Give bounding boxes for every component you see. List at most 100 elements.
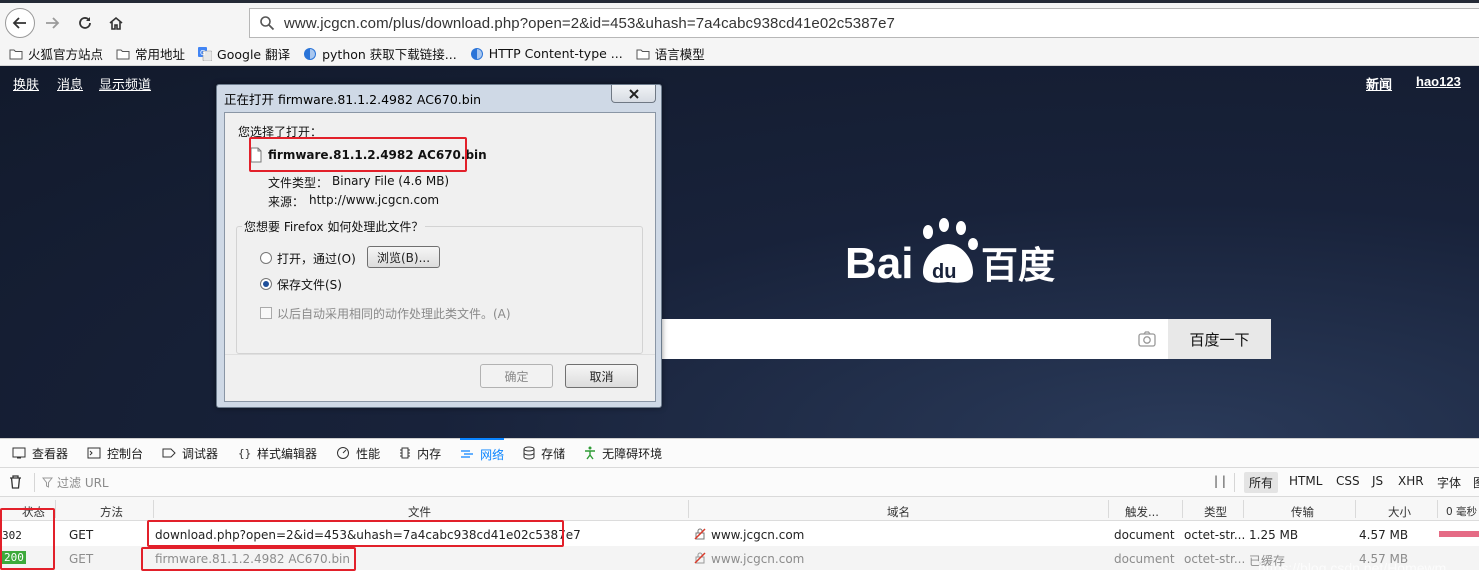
button-separator — [225, 354, 655, 355]
screenshot-root: www.jcgcn.com/plus/download.php?open=2&i… — [0, 0, 1479, 587]
folder-icon — [116, 48, 130, 60]
filter-url-input[interactable]: 过滤 URL — [42, 474, 109, 491]
col-size[interactable]: 大小 — [1388, 504, 1411, 520]
browser-navbar: www.jcgcn.com/plus/download.php?open=2&i… — [0, 0, 1479, 42]
filter-html[interactable]: HTML — [1289, 474, 1322, 488]
back-button[interactable] — [5, 8, 35, 38]
file-type-label: 文件类型： — [268, 176, 329, 190]
network-column-header: 状态 方法 文件 域名 触发... 类型 传输 大小 0 毫秒 — [0, 497, 1479, 521]
highlight-download-url — [147, 520, 564, 547]
reload-icon — [79, 17, 91, 29]
baidu-logo-text: 百度 — [981, 244, 1055, 287]
file-type-value: Binary File (4.6 MB) — [332, 174, 450, 188]
col-file[interactable]: 文件 — [408, 504, 431, 520]
folder-icon — [636, 48, 650, 60]
devtools-tab-label: 调试器 — [182, 446, 219, 461]
open-with-label: 打开，通过(O) — [277, 252, 356, 266]
bookmark-item[interactable]: 常用地址 — [116, 44, 185, 63]
highlight-status-column — [0, 508, 55, 570]
open-with-radio[interactable] — [260, 252, 272, 264]
col-method[interactable]: 方法 — [100, 504, 123, 520]
request-type: octet-str... — [1184, 552, 1246, 566]
bookmark-item[interactable]: G Google 翻译 — [198, 44, 290, 63]
network-filter-bar: 过滤 URL | | 所有 HTML CSS JS XHR 字体 图 — [0, 468, 1479, 497]
site-favicon — [303, 47, 317, 61]
bookmark-item[interactable]: HTTP Content-type ... — [470, 46, 623, 61]
forward-button[interactable] — [38, 9, 66, 37]
link-news[interactable]: 新闻 — [1366, 74, 1392, 93]
devtools-tab-accessibility[interactable]: 无障碍环境 — [584, 438, 662, 468]
accessibility-icon — [584, 446, 596, 460]
devtools-tab-inspector[interactable]: 查看器 — [12, 438, 68, 468]
auto-action-checkbox[interactable] — [260, 307, 272, 319]
col-transferred[interactable]: 传输 — [1291, 504, 1314, 520]
request-cause: document — [1114, 552, 1175, 566]
col-domain[interactable]: 域名 — [887, 504, 910, 520]
devtools-toolbar: 查看器 控制台 调试器 {} 样式编辑器 性能 内存 网络 存储 无障碍环境 — [0, 438, 1479, 468]
devtools-tab-network[interactable]: 网络 — [460, 438, 505, 468]
cancel-button[interactable]: 取消 — [565, 364, 638, 388]
filter-css[interactable]: CSS — [1336, 474, 1360, 488]
ok-button[interactable]: 确定 — [480, 364, 553, 388]
download-dialog: 正在打开 firmware.81.1.2.4982 AC670.bin 您选择了… — [216, 84, 662, 408]
filter-all[interactable]: 所有 — [1244, 472, 1279, 493]
save-file-radio[interactable] — [260, 278, 272, 290]
devtools-tab-storage[interactable]: 存储 — [523, 438, 565, 468]
auto-action-label: 以后自动采用相同的动作处理此类文件。(A) — [277, 307, 511, 321]
url-bar[interactable]: www.jcgcn.com/plus/download.php?open=2&i… — [249, 8, 1479, 38]
devtools-tab-console[interactable]: 控制台 — [87, 438, 143, 468]
devtools-tab-performance[interactable]: 性能 — [336, 438, 380, 468]
link-messages[interactable]: 消息 — [57, 74, 83, 93]
link-hao123[interactable]: hao123 — [1416, 74, 1461, 89]
svg-text:du: du — [932, 261, 956, 283]
bookmark-item[interactable]: python 获取下载链接... — [303, 44, 457, 63]
col-type[interactable]: 类型 — [1204, 504, 1227, 520]
col-cause[interactable]: 触发... — [1125, 504, 1159, 520]
filter-js[interactable]: JS — [1372, 474, 1383, 488]
request-domain: www.jcgcn.com — [711, 528, 805, 542]
reload-button[interactable] — [71, 9, 99, 37]
bookmark-label: 语言模型 — [654, 47, 705, 62]
home-button[interactable] — [102, 9, 130, 37]
home-icon — [109, 16, 123, 30]
console-icon — [87, 447, 101, 459]
filter-xhr[interactable]: XHR — [1398, 474, 1424, 488]
devtools-tab-label: 性能 — [356, 446, 381, 461]
svg-text:Bai: Bai — [845, 239, 913, 288]
action-question: 您想要 Firefox 如何处理此文件？ — [242, 218, 426, 235]
camera-icon[interactable] — [1138, 331, 1156, 347]
devtools-tab-memory[interactable]: 内存 — [399, 438, 441, 468]
browse-button[interactable]: 浏览(B)... — [367, 246, 440, 268]
storage-icon — [523, 446, 535, 460]
debugger-icon — [162, 447, 176, 459]
source-value: http://www.jcgcn.com — [309, 193, 440, 207]
bookmark-item[interactable]: 火狐官方站点 — [9, 44, 103, 63]
save-file-label: 保存文件(S) — [277, 278, 342, 292]
col-timeline[interactable]: 0 毫秒 — [1446, 504, 1477, 519]
svg-text:{}: {} — [238, 447, 251, 459]
link-show-channels[interactable]: 显示频道 — [99, 74, 151, 93]
filter-images[interactable]: 图 — [1473, 474, 1479, 491]
devtools-tab-style-editor[interactable]: {} 样式编辑器 — [237, 438, 317, 468]
memory-icon — [399, 447, 411, 459]
search-input[interactable] — [660, 319, 1168, 359]
pause-recording-button[interactable]: | | — [1214, 474, 1226, 488]
bookmark-item[interactable]: 语言模型 — [636, 44, 705, 63]
trash-icon[interactable] — [9, 475, 22, 489]
filter-divider — [34, 473, 35, 492]
dialog-close-button[interactable] — [611, 85, 656, 103]
source-label: 来源： — [268, 195, 305, 209]
link-skin[interactable]: 换肤 — [13, 74, 39, 93]
request-method: GET — [69, 528, 94, 542]
devtools-tab-debugger[interactable]: 调试器 — [162, 438, 218, 468]
dialog-title: 正在打开 firmware.81.1.2.4982 AC670.bin — [224, 92, 482, 107]
filter-fonts[interactable]: 字体 — [1437, 474, 1461, 491]
bookmark-label: HTTP Content-type ... — [488, 46, 623, 61]
search-button[interactable]: 百度一下 — [1168, 319, 1271, 359]
devtools-tab-label: 样式编辑器 — [257, 446, 318, 461]
bookmarks-toolbar: 火狐官方站点 常用地址 G Google 翻译 python 获取下载链接... HTTP… — [0, 42, 1479, 66]
devtools-tab-label: 控制台 — [107, 446, 144, 461]
request-transferred: 1.25 MB — [1249, 528, 1299, 542]
request-type: octet-str... — [1184, 528, 1246, 542]
devtools-tab-label: 网络 — [480, 447, 505, 462]
